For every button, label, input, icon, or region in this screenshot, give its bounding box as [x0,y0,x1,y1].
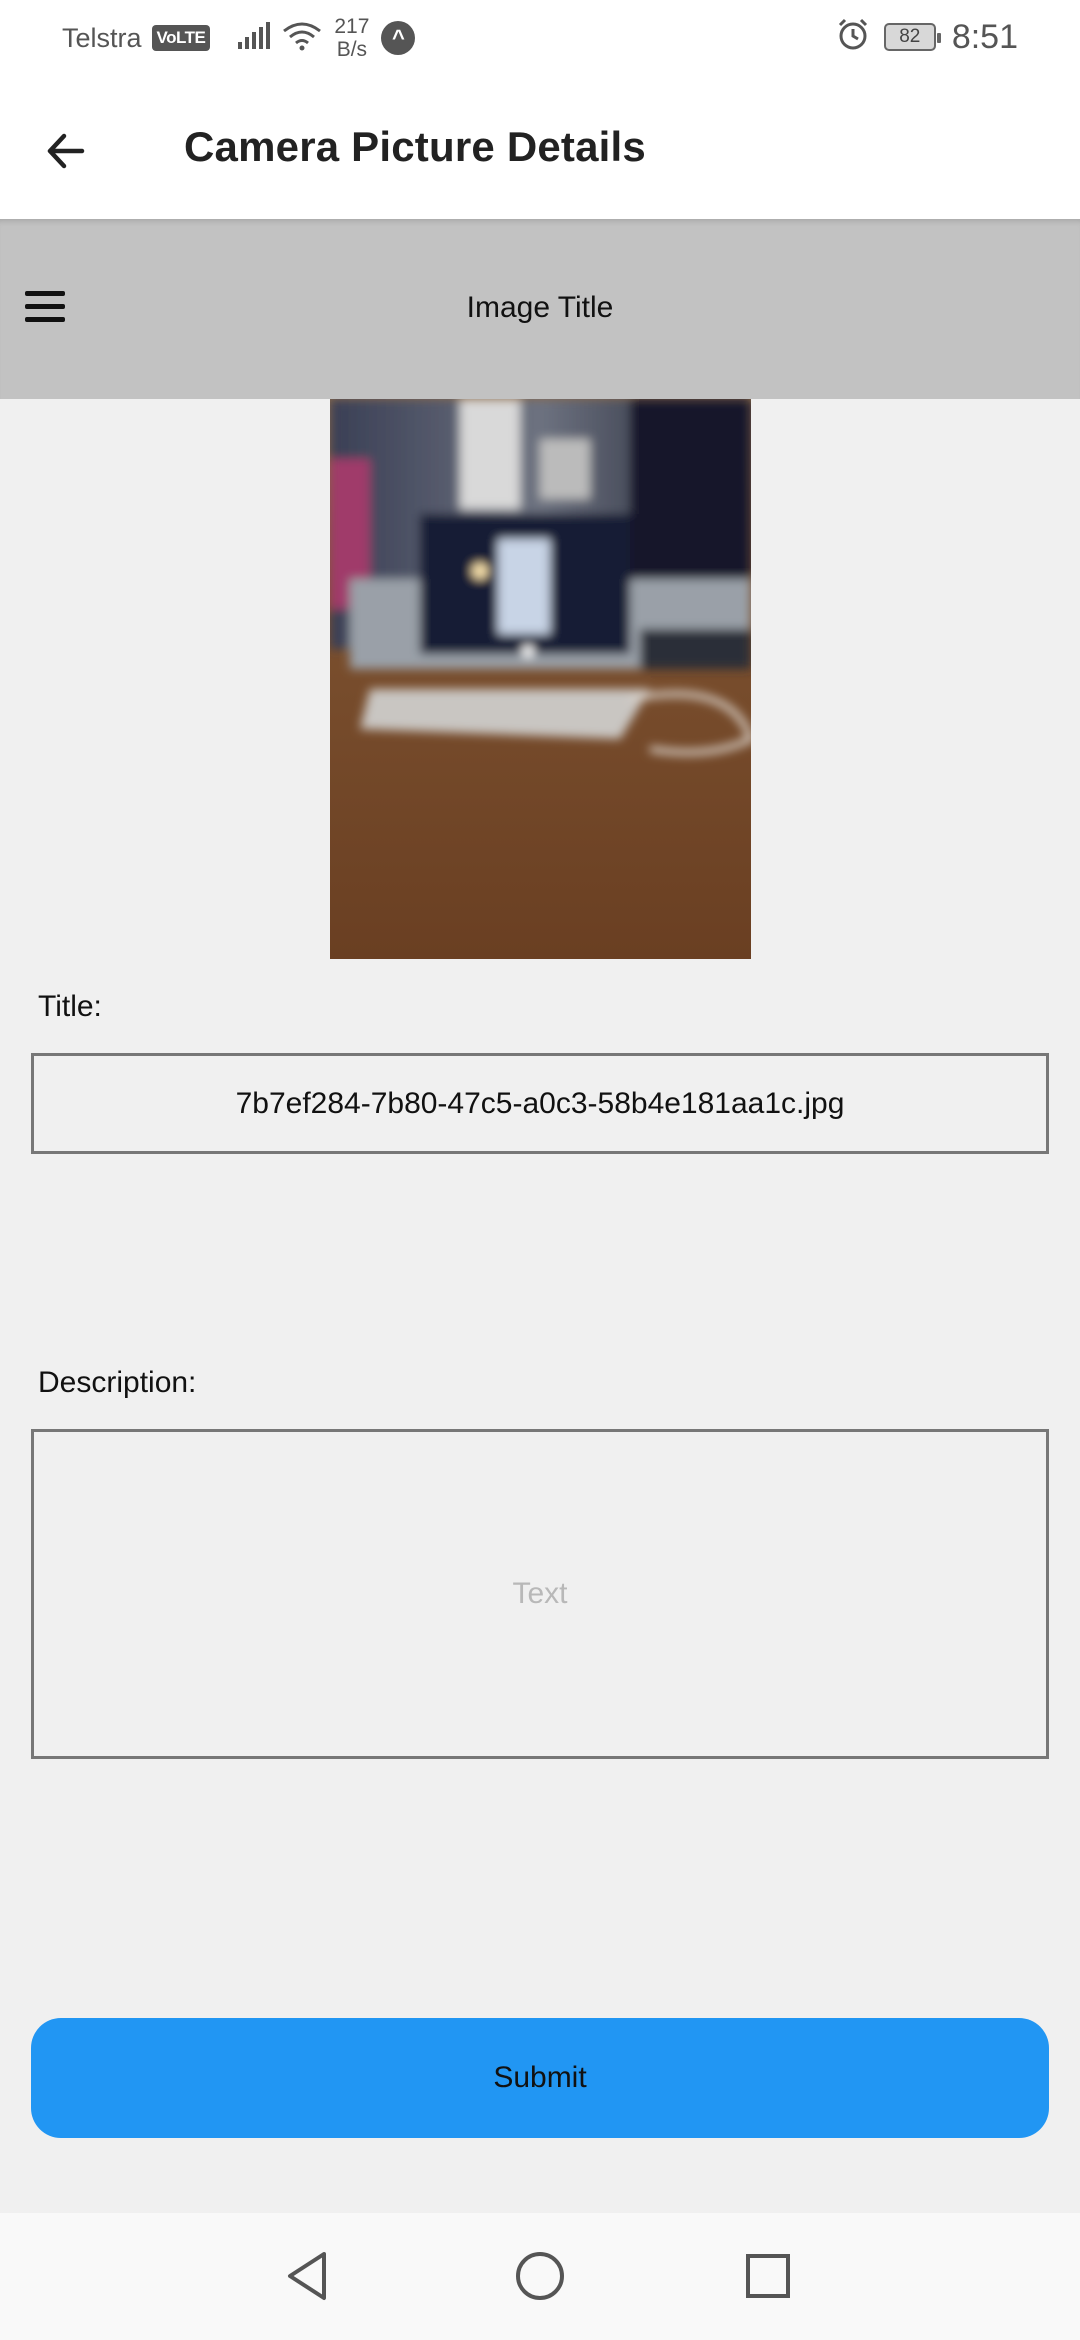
submit-button-label: Submit [493,2061,587,2094]
system-nav-bar [0,2213,1080,2340]
app-bar: Camera Picture Details [0,75,1080,219]
triangle-back-icon [288,2252,326,2300]
status-bar-left: Telstra VoLTE 217 B/s ^ [62,15,416,61]
page-title: Camera Picture Details [184,123,646,170]
clock: 8:51 [951,17,1018,56]
submit-button[interactable]: Submit [31,2018,1049,2138]
network-speed-value: 217 [334,15,370,38]
title-label: Title: [38,990,102,1023]
battery-level: 82 [899,26,921,47]
description-placeholder: Text [512,1577,568,1610]
nav-home-button[interactable] [510,2246,570,2306]
cell-signal-icon [236,21,271,55]
network-speed: 217 B/s [334,15,369,61]
title-input[interactable]: 7b7ef284-7b80-47c5-a0c3-58b4e181aa1c.jpg [31,1053,1049,1154]
circle-home-icon [516,2252,564,2300]
back-button[interactable] [30,115,102,187]
network-speed-unit: B/s [336,38,368,61]
carrier-name: Telstra [62,22,142,53]
title-input-value: 7b7ef284-7b80-47c5-a0c3-58b4e181aa1c.jpg [235,1086,845,1120]
alarm-icon [836,18,870,57]
nav-recents-button[interactable] [738,2246,798,2306]
nav-back-button[interactable] [278,2246,338,2306]
image-header: Image Title [0,219,1080,399]
description-input[interactable]: Text [31,1429,1049,1759]
vpn-icon: ^ [381,21,416,55]
volte-badge: VoLTE [151,25,211,51]
description-label: Description: [38,1366,197,1399]
image-title-heading: Image Title [466,291,614,324]
battery-icon: 82 [883,23,941,51]
square-recents-icon [746,2254,790,2298]
status-bar: Telstra VoLTE 217 B/s ^ 82 8:51 [0,0,1080,75]
arrow-left-icon [47,133,85,169]
camera-photo [330,399,751,959]
status-bar-right: 82 8:51 [836,16,1018,58]
wifi-icon [282,21,322,56]
